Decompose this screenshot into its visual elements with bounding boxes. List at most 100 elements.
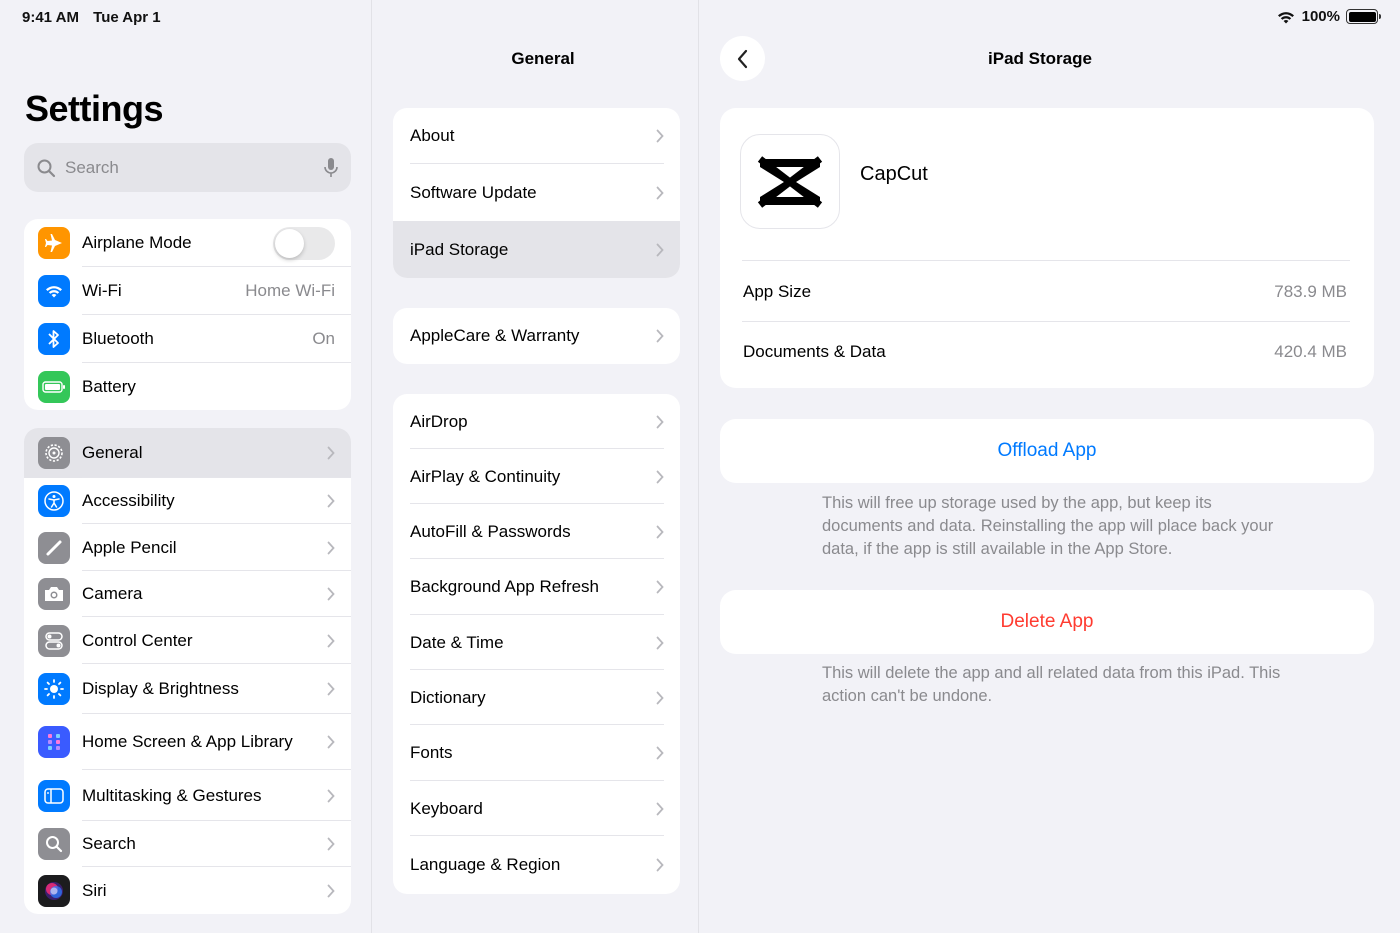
general-panel: General About Software Update iPad Stora… — [373, 0, 699, 933]
general-item-label: Dictionary — [410, 687, 486, 707]
general-item-label: Date & Time — [410, 632, 504, 652]
gear-icon — [38, 437, 70, 469]
chevron-right-icon — [656, 470, 664, 483]
chevron-right-icon — [327, 789, 335, 802]
general-item-background-refresh[interactable]: Background App Refresh — [393, 559, 680, 615]
offload-app-description: This will free up storage used by the ap… — [822, 494, 1274, 558]
general-item-airdrop[interactable]: AirDrop — [393, 394, 680, 449]
brightness-icon — [38, 673, 70, 705]
chevron-right-icon — [327, 541, 335, 554]
magnifier-icon — [37, 159, 56, 177]
sidebar-item-label: Home Screen & App Library — [82, 732, 293, 751]
capcut-app-icon — [740, 134, 840, 229]
general-item-label: AppleCare & Warranty — [410, 326, 580, 345]
chevron-right-icon — [327, 682, 335, 696]
general-item-date-time[interactable]: Date & Time — [393, 615, 680, 670]
sidebar-item-label: Search — [82, 834, 136, 853]
general-item-label: About — [410, 126, 455, 145]
general-item-ipad-storage[interactable]: iPad Storage — [393, 221, 680, 278]
pencil-icon — [38, 531, 70, 564]
sidebar-item-control-center[interactable]: Control Center — [24, 617, 351, 664]
chevron-right-icon — [656, 415, 664, 428]
app-name: CapCut — [860, 163, 928, 185]
connectivity-group: Airplane Mode Wi-Fi Home Wi-Fi Bluetooth… — [24, 219, 351, 410]
general-item-airplay[interactable]: AirPlay & Continuity — [393, 449, 680, 504]
general-group-2: AppleCare & Warranty — [393, 308, 680, 364]
home-screen-icon — [38, 726, 70, 758]
sidebar-item-bluetooth[interactable]: Bluetooth On — [24, 315, 351, 363]
search-placeholder: Search — [65, 157, 119, 177]
search-icon — [38, 828, 70, 860]
multitasking-icon — [38, 779, 70, 812]
chevron-right-icon — [656, 691, 664, 704]
search-field[interactable]: Search — [24, 143, 351, 192]
general-item-label: AutoFill & Passwords — [410, 521, 571, 541]
system-group: General Accessibility Apple Pencil Camer… — [24, 428, 351, 914]
general-item-autofill[interactable]: AutoFill & Passwords — [393, 504, 680, 559]
chevron-right-icon — [656, 580, 664, 594]
chevron-right-icon — [656, 636, 664, 649]
general-item-dictionary[interactable]: Dictionary — [393, 670, 680, 725]
sidebar-item-label: Battery — [82, 376, 136, 396]
sidebar-item-wifi[interactable]: Wi-Fi Home Wi-Fi — [24, 267, 351, 315]
chevron-right-icon — [327, 884, 335, 897]
storage-detail-panel: iPad Storage CapCut App Size 783.9 MB Do… — [700, 0, 1400, 933]
app-size-label: App Size — [743, 282, 812, 301]
control-center-icon — [38, 624, 70, 657]
sidebar-item-label: Multitasking & Gestures — [82, 785, 262, 805]
sidebar-item-battery[interactable]: Battery — [24, 363, 351, 410]
siri-icon — [38, 874, 70, 907]
general-item-label: iPad Storage — [410, 239, 509, 259]
sidebar-item-label: Airplane Mode — [82, 233, 192, 252]
sidebar-item-label: Siri — [82, 880, 107, 900]
general-item-about[interactable]: About — [393, 108, 680, 164]
general-item-keyboard[interactable]: Keyboard — [393, 781, 680, 836]
delete-app-button[interactable]: Delete App — [720, 590, 1374, 654]
sidebar-item-label: Display & Brightness — [82, 679, 239, 698]
chevron-right-icon — [327, 494, 335, 508]
sidebar-item-home-screen[interactable]: Home Screen & App Library — [24, 714, 351, 770]
sidebar-item-display-brightness[interactable]: Display & Brightness — [24, 664, 351, 714]
sidebar-item-apple-pencil[interactable]: Apple Pencil — [24, 524, 351, 571]
sidebar-item-search[interactable]: Search — [24, 821, 351, 867]
offload-app-button[interactable]: Offload App — [720, 419, 1374, 483]
wifi-network-value: Home Wi-Fi — [245, 281, 335, 300]
settings-title: Settings — [25, 88, 164, 129]
sidebar-item-label: Bluetooth — [82, 329, 154, 348]
sidebar-item-label: General — [82, 443, 143, 462]
general-item-label: Fonts — [410, 743, 453, 762]
general-item-software-update[interactable]: Software Update — [393, 164, 680, 221]
general-item-label: Keyboard — [410, 798, 483, 818]
sidebar-item-general[interactable]: General — [24, 428, 351, 478]
camera-icon — [38, 578, 70, 610]
chevron-right-icon — [656, 746, 664, 760]
chevron-right-icon — [327, 837, 335, 851]
sidebar-item-airplane-mode[interactable]: Airplane Mode — [24, 219, 351, 267]
chevron-right-icon — [327, 735, 335, 749]
chevron-right-icon — [656, 186, 664, 199]
settings-sidebar: Settings Search Airplane Mode Wi-Fi Home… — [0, 0, 372, 933]
airplane-mode-toggle[interactable] — [273, 226, 335, 260]
sidebar-item-label: Camera — [82, 584, 143, 603]
sidebar-item-camera[interactable]: Camera — [24, 571, 351, 617]
general-item-label: AirPlay & Continuity — [410, 466, 561, 486]
general-item-applecare[interactable]: AppleCare & Warranty — [393, 308, 680, 364]
app-info-card: CapCut App Size 783.9 MB Documents & Dat… — [720, 108, 1374, 388]
divider — [742, 260, 1350, 261]
sidebar-item-accessibility[interactable]: Accessibility — [24, 478, 351, 524]
microphone-icon[interactable] — [323, 157, 339, 179]
storage-title: iPad Storage — [988, 49, 1092, 68]
chevron-right-icon — [327, 587, 335, 601]
chevron-right-icon — [656, 525, 664, 538]
general-item-language-region[interactable]: Language & Region — [393, 836, 680, 894]
sidebar-item-label: Accessibility — [82, 491, 175, 510]
general-item-label: Language & Region — [410, 855, 561, 874]
divider — [742, 321, 1350, 322]
sidebar-item-multitasking[interactable]: Multitasking & Gestures — [24, 770, 351, 821]
documents-data-value: 420.4 MB — [1274, 342, 1347, 361]
general-group-1: About Software Update iPad Storage — [393, 108, 680, 278]
general-group-3: AirDrop AirPlay & Continuity AutoFill & … — [393, 394, 680, 894]
sidebar-item-siri[interactable]: Siri — [24, 867, 351, 914]
chevron-right-icon — [327, 634, 335, 647]
general-item-fonts[interactable]: Fonts — [393, 725, 680, 781]
